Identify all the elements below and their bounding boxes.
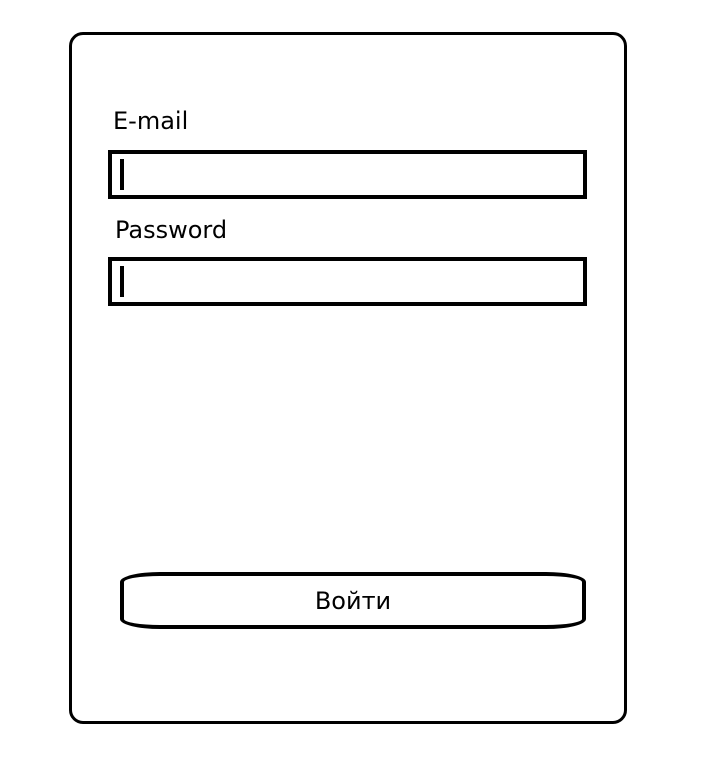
login-button[interactable]: Войти (120, 572, 586, 629)
password-field[interactable] (108, 257, 587, 306)
email-input[interactable] (112, 154, 583, 195)
email-field[interactable] (108, 150, 587, 199)
password-label: Password (115, 216, 228, 244)
email-label: E-mail (113, 107, 189, 135)
password-input[interactable] (112, 261, 583, 302)
